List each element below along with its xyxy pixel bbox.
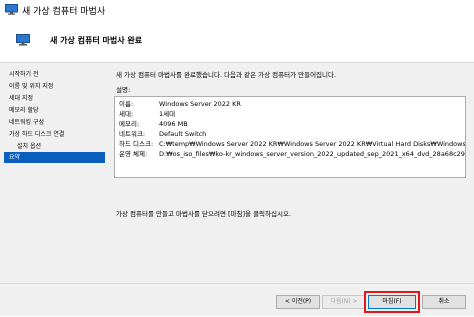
- summary-value: C:₩temp₩Windows Server 2022 KR₩Windows S…: [159, 140, 466, 148]
- nav-step-label: 시작하기 전: [9, 71, 39, 78]
- previous-button[interactable]: < 이전(P): [276, 295, 320, 309]
- finish-button[interactable]: 마침(F): [368, 295, 416, 309]
- nav-step-generation[interactable]: 세대 지정: [4, 93, 105, 104]
- nav-step-installation-options[interactable]: 설치 옵션: [4, 141, 105, 152]
- summary-key: 세대:: [119, 110, 134, 118]
- window-title: 새 가상 컴퓨터 마법사: [22, 7, 106, 17]
- summary-value: D:₩os_iso_files₩ko-kr_windows_server_ver…: [159, 150, 466, 158]
- description-label: 설명:: [116, 86, 131, 94]
- cancel-button[interactable]: 취소: [422, 295, 466, 309]
- nav-step-label: 세대 지정: [9, 95, 33, 102]
- nav-step-label: 설치 옵션: [17, 143, 41, 150]
- wizard-header: 새 가상 컴퓨터 마법사 완료: [0, 20, 474, 63]
- summary-value: Windows Server 2022 KR: [159, 100, 241, 108]
- monitor-icon: [16, 34, 30, 46]
- wizard-body: 시작하기 전 이름 및 위치 지정 세대 지정 메모리 할당 네트워킹 구성 가…: [0, 63, 474, 316]
- summary-row: 세대: 1세대: [115, 109, 465, 119]
- summary-value: Default Switch: [159, 130, 207, 138]
- nav-step-memory[interactable]: 메모리 할당: [4, 105, 105, 116]
- summary-panel: 새 가상 컴퓨터 마법사를 완료했습니다. 다음과 같은 가상 컴퓨터가 만들어…: [114, 63, 470, 283]
- page-title: 새 가상 컴퓨터 마법사 완료: [50, 36, 143, 45]
- summary-row: 메모리: 4096 MB: [115, 119, 465, 129]
- summary-key: 이름:: [119, 100, 134, 108]
- summary-value: 4096 MB: [159, 120, 188, 128]
- intro-text: 새 가상 컴퓨터 마법사를 완료했습니다. 다음과 같은 가상 컴퓨터가 만들어…: [116, 71, 337, 79]
- summary-value: 1세대: [159, 110, 176, 118]
- nav-step-before-you-begin[interactable]: 시작하기 전: [4, 69, 105, 80]
- nav-step-label: 요약: [9, 154, 21, 161]
- summary-key: 운영 체제:: [119, 150, 148, 158]
- next-button[interactable]: 다음(N) >: [322, 295, 366, 309]
- nav-step-label: 이름 및 위치 지정: [9, 83, 54, 90]
- title-bar: 새 가상 컴퓨터 마법사: [0, 0, 474, 20]
- wizard-steps-nav: 시작하기 전 이름 및 위치 지정 세대 지정 메모리 할당 네트워킹 구성 가…: [4, 65, 105, 283]
- monitor-icon: [5, 4, 18, 15]
- summary-row: 네트워크: Default Switch: [115, 129, 465, 139]
- finish-instruction: 가상 컴퓨터를 만들고 마법사를 닫으려면 [마침]을 클릭하십시오.: [116, 210, 292, 218]
- nav-step-name-location[interactable]: 이름 및 위치 지정: [4, 81, 105, 92]
- nav-step-label: 가상 하드 디스크 연결: [9, 131, 65, 138]
- wizard-footer: < 이전(P) 다음(N) > 마침(F) 취소: [0, 283, 474, 317]
- summary-key: 메모리:: [119, 120, 140, 128]
- summary-row: 이름: Windows Server 2022 KR: [115, 99, 465, 109]
- summary-key: 네트워크:: [119, 130, 146, 138]
- nav-step-summary[interactable]: 요약: [4, 152, 105, 163]
- summary-row: 하드 디스크: C:₩temp₩Windows Server 2022 KR₩W…: [115, 139, 466, 149]
- summary-key: 하드 디스크:: [119, 140, 154, 148]
- summary-row: 운영 체제: D:₩os_iso_files₩ko-kr_windows_ser…: [115, 149, 466, 159]
- nav-step-networking[interactable]: 네트워킹 구성: [4, 117, 105, 128]
- nav-step-virtual-hard-disk[interactable]: 가상 하드 디스크 연결: [4, 129, 105, 140]
- nav-step-label: 메모리 할당: [9, 107, 39, 114]
- nav-step-label: 네트워킹 구성: [9, 119, 45, 126]
- summary-box[interactable]: 이름: Windows Server 2022 KR 세대: 1세대 메모리: …: [114, 96, 466, 178]
